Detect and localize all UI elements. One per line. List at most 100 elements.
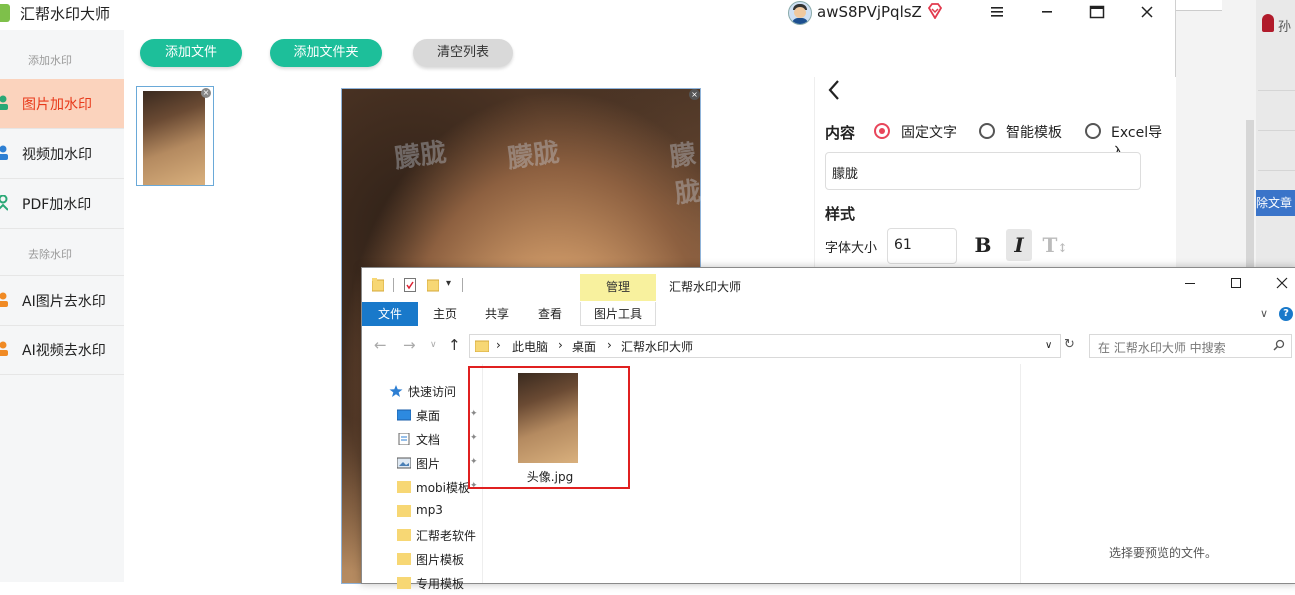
font-size-label: 字体大小 <box>825 241 878 256</box>
radio-excel-import[interactable] <box>1085 123 1101 139</box>
sidebar-item-label: AI图片去水印 <box>22 294 106 310</box>
nav-label: 专用模板 <box>416 577 465 591</box>
tab-file[interactable]: 文件 <box>362 302 418 326</box>
address-dropdown-icon[interactable]: ∨ <box>1045 340 1052 351</box>
app-title: 汇帮水印大师 <box>20 5 111 23</box>
maximize-icon[interactable] <box>1213 272 1259 298</box>
search-input[interactable]: 在 汇帮水印大师 中搜索 <box>1089 334 1292 358</box>
recent-locations-icon[interactable]: ∨ <box>430 340 437 350</box>
sidebar-item-image-watermark[interactable]: 图片加水印 <box>0 79 124 129</box>
maximize-icon[interactable] <box>1077 0 1117 24</box>
tab-manage[interactable]: 管理 <box>580 274 656 301</box>
nav-label: 汇帮老软件 <box>416 529 477 543</box>
nav-documents[interactable]: 文档 ✦ <box>362 427 482 451</box>
vip-diamond-icon[interactable] <box>927 3 943 19</box>
background-list-item[interactable] <box>1258 50 1295 91</box>
app-logo-icon <box>0 4 10 22</box>
close-preview-icon[interactable]: × <box>689 89 700 100</box>
nav-folder-old-software[interactable]: 汇帮老软件 <box>362 523 482 547</box>
breadcrumb-this-pc[interactable]: 此电脑 <box>512 338 548 355</box>
file-thumbnail[interactable]: × <box>136 86 214 186</box>
nav-quick-access[interactable]: 快速访问 <box>362 379 482 403</box>
text-height-label: T <box>1042 233 1058 257</box>
help-icon[interactable]: ? <box>1279 307 1293 321</box>
breadcrumb-desktop[interactable]: 桌面 <box>572 338 596 355</box>
background-list-item[interactable] <box>1258 90 1295 131</box>
arrow-down-icon: ↕ <box>1057 241 1068 255</box>
user-icon <box>0 145 8 160</box>
up-arrow-icon[interactable]: ↑ <box>448 336 461 354</box>
separator <box>393 278 394 292</box>
username[interactable]: awS8PVjPqlsZ <box>817 3 922 21</box>
address-bar[interactable]: › 此电脑 › 桌面 › 汇帮水印大师 ∨ <box>469 334 1061 358</box>
tab-share[interactable]: 共享 <box>472 302 522 326</box>
sidebar-item-ai-video-remove[interactable]: AI视频去水印 <box>0 325 124 375</box>
radio-label-fixed-text[interactable]: 固定文字 <box>901 122 957 142</box>
background-window-topbar <box>1176 0 1222 11</box>
background-list-item[interactable] <box>1258 130 1295 171</box>
tab-picture-tools[interactable]: 图片工具 <box>580 302 656 326</box>
pictures-icon <box>397 457 411 469</box>
watermark-text-input[interactable]: 朦胧 <box>825 152 1141 190</box>
radio-fixed-text[interactable] <box>874 123 890 139</box>
add-folder-button[interactable]: 添加文件夹 <box>270 39 382 67</box>
font-size-input[interactable]: 61 <box>887 228 957 264</box>
forward-arrow-icon[interactable]: → <box>403 336 416 354</box>
properties-icon[interactable] <box>404 278 416 292</box>
folder-icon[interactable] <box>372 278 384 292</box>
nav-folder-mobi[interactable]: mobi模板 ✦ <box>362 475 482 499</box>
nav-folder-mp3[interactable]: mp3 <box>362 499 482 523</box>
sidebar-item-label: AI视频去水印 <box>22 343 106 359</box>
refresh-icon[interactable]: ↻ <box>1064 337 1075 352</box>
remove-file-icon[interactable]: × <box>201 88 211 98</box>
background-blue-chip-label: 除文章 <box>1256 196 1293 210</box>
minimize-icon[interactable] <box>1027 0 1067 24</box>
clear-list-button[interactable]: 清空列表 <box>413 39 513 67</box>
close-icon[interactable] <box>1127 0 1167 24</box>
chevron-left-icon[interactable] <box>827 79 841 107</box>
watermark-text-value: 朦胧 <box>832 167 859 182</box>
explorer-window-title: 汇帮水印大师 <box>669 280 742 294</box>
navigation-pane: 快速访问 桌面 ✦ 文档 ✦ 图片 ✦ mobi模板 ✦ mp3 汇帮老软件 图… <box>362 364 483 591</box>
separator <box>462 278 463 292</box>
tab-view[interactable]: 查看 <box>525 302 575 326</box>
menu-icon[interactable] <box>977 0 1017 24</box>
radio-label-smart-template[interactable]: 智能模板 <box>1006 122 1062 142</box>
file-list: × <box>124 77 225 582</box>
user-icon <box>0 341 8 356</box>
breadcrumb-folder[interactable]: 汇帮水印大师 <box>621 338 693 355</box>
bold-button[interactable]: B <box>970 229 996 261</box>
sidebar-item-ai-image-remove[interactable]: AI图片去水印 <box>0 275 124 326</box>
minimize-icon[interactable] <box>1167 272 1213 298</box>
folder-icon <box>397 577 411 589</box>
file-item-thumbnail[interactable] <box>518 373 578 463</box>
nav-label: 图片模板 <box>416 553 465 567</box>
search-icon <box>1273 339 1285 351</box>
file-item-name[interactable]: 头像.jpg <box>492 468 608 485</box>
text-height-button[interactable]: T↕ <box>1042 229 1068 261</box>
nav-desktop[interactable]: 桌面 ✦ <box>362 403 482 427</box>
back-arrow-icon[interactable]: ← <box>374 336 387 354</box>
close-icon[interactable] <box>1259 272 1295 298</box>
expand-ribbon-icon[interactable]: ∨ <box>1260 307 1268 320</box>
sidebar-item-label: PDF加水印 <box>22 197 92 213</box>
folder-icon <box>397 553 411 565</box>
italic-button[interactable]: I <box>1006 229 1032 261</box>
sidebar-item-video-watermark[interactable]: 视频加水印 <box>0 129 124 179</box>
quick-access-dropdown-icon[interactable]: ▾ <box>446 278 451 289</box>
desktop-icon <box>397 409 411 421</box>
nav-pictures[interactable]: 图片 ✦ <box>362 451 482 475</box>
add-file-button[interactable]: 添加文件 <box>140 39 242 67</box>
new-folder-icon[interactable] <box>427 278 439 292</box>
radio-smart-template[interactable] <box>979 123 995 139</box>
background-blue-chip[interactable]: 除文章 <box>1256 190 1295 216</box>
title-bar: 汇帮水印大师 awS8PVjPqlsZ <box>0 0 1175 30</box>
user-avatar[interactable] <box>788 1 812 25</box>
sidebar-item-pdf-watermark[interactable]: PDF加水印 <box>0 179 124 229</box>
tab-home[interactable]: 主页 <box>420 302 470 326</box>
nav-folder-picture-templates[interactable]: 图片模板 <box>362 547 482 571</box>
user-icon <box>0 195 8 211</box>
nav-folder-special-templates[interactable]: 专用模板 <box>362 571 482 595</box>
breadcrumb-separator: › <box>496 338 501 352</box>
background-text: 孙 <box>1278 20 1292 35</box>
